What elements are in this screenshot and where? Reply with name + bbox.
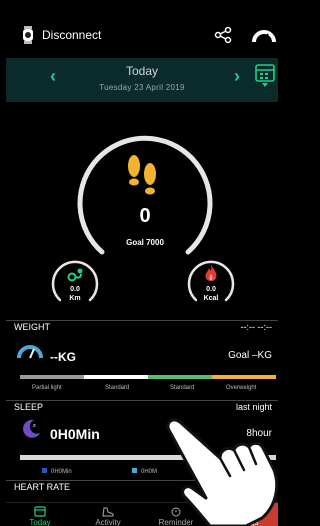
nav-label: Activity — [95, 518, 121, 526]
distance-unit: Km — [69, 295, 81, 302]
moon-icon: z — [23, 419, 40, 438]
weight-value: --KG — [50, 350, 76, 364]
weight-section-header: WEIGHT --:-- --:-- — [6, 320, 278, 334]
next-day-button[interactable]: › — [234, 66, 240, 87]
watch-icon — [23, 26, 33, 44]
date-navigator: ‹ Today Tuesday 23 April 2019 › — [6, 58, 278, 102]
nav-today[interactable]: Today — [6, 503, 74, 526]
activity-summary: 0 Goal 7000 0.0 Km 0.0 Kcal — [6, 102, 278, 320]
calendar-icon — [34, 506, 46, 517]
weight-scale-overweight — [212, 375, 276, 379]
weight-scale-label: Overweight — [226, 385, 257, 391]
weight-scale-underweight — [20, 375, 84, 379]
weight-gauge-icon — [17, 345, 43, 359]
heart-rate-title: HEART RATE — [14, 482, 71, 492]
weight-goal[interactable]: Goal –KG — [228, 350, 272, 361]
svg-text:z: z — [33, 423, 36, 429]
weight-time: --:-- --:-- — [240, 322, 272, 332]
legend-swatch — [42, 468, 47, 473]
flame-icon — [205, 265, 217, 281]
calendar-icon[interactable] — [254, 62, 276, 88]
connection-status[interactable]: Disconnect — [42, 28, 101, 42]
steps-count: 0 — [139, 205, 151, 227]
footsteps-icon — [128, 155, 156, 195]
route-icon — [67, 268, 83, 282]
weight-scale-standard-high — [148, 375, 212, 379]
gauge-icon[interactable] — [252, 28, 276, 44]
weight-scale-label: Partial light — [32, 385, 62, 391]
pointing-hand-icon — [166, 418, 279, 526]
calories-value: 0.0 — [206, 286, 216, 293]
shoe-icon — [102, 507, 114, 517]
legend-deep-sleep: 0H0Min — [42, 468, 72, 475]
nav-label: Today — [29, 518, 51, 526]
share-icon[interactable] — [214, 26, 232, 44]
weight-scale-standard-low — [84, 375, 148, 379]
sleep-title: SLEEP — [14, 402, 44, 412]
legend-label: 0H0Min — [51, 469, 72, 475]
nav-activity[interactable]: Activity — [74, 503, 142, 526]
weight-scale-label: Standard — [105, 385, 130, 391]
top-bar: Disconnect — [6, 6, 278, 58]
legend-swatch — [132, 468, 137, 473]
calories-unit: Kcal — [203, 295, 219, 302]
sleep-duration: 0H0Min — [50, 426, 100, 442]
weight-scale-label: Standard — [170, 385, 195, 391]
distance-value: 0.0 — [70, 286, 80, 293]
steps-goal: Goal 7000 — [126, 238, 164, 247]
weight-title: WEIGHT — [14, 322, 50, 332]
